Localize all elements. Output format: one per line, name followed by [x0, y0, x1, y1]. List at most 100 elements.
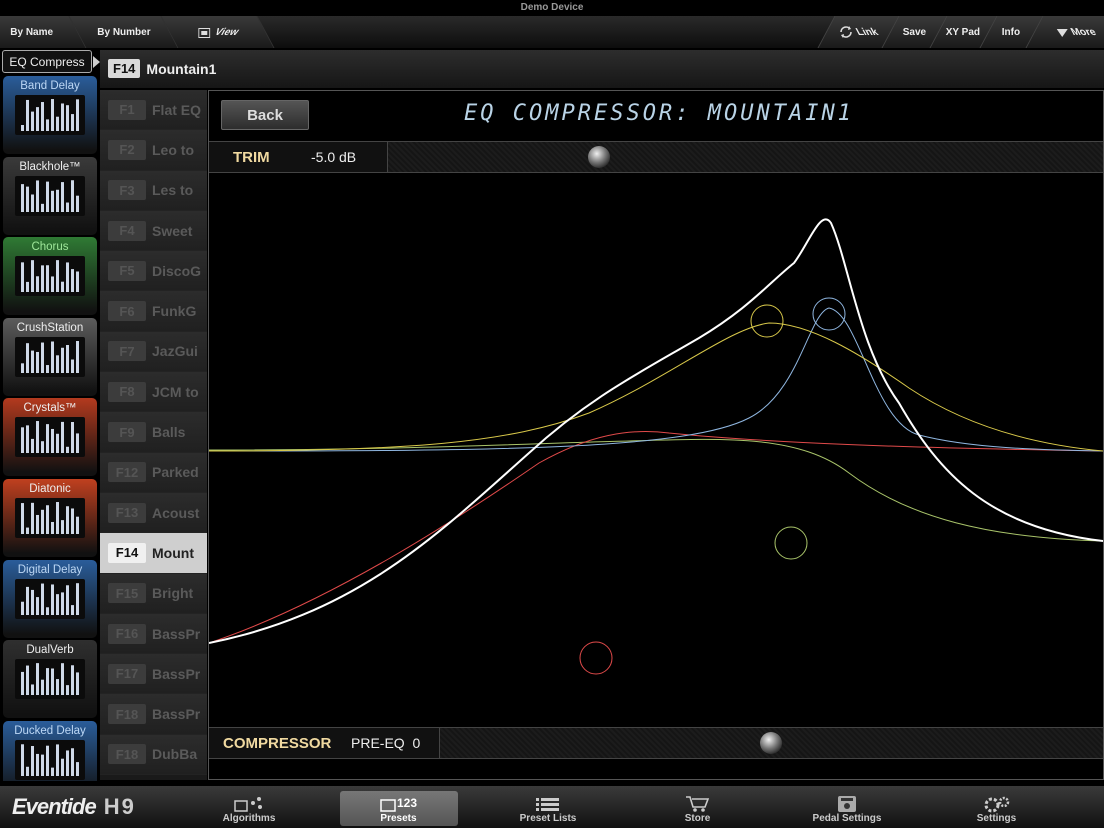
- preset-number: F13: [108, 502, 146, 523]
- tab-label: Preset Lists: [519, 813, 577, 824]
- preset-list-item[interactable]: F14 Mount: [100, 533, 207, 574]
- eq-curve-graph[interactable]: [209, 173, 1103, 727]
- algorithm-label: Ducked Delay: [14, 724, 86, 737]
- band1-handle[interactable]: [579, 641, 613, 675]
- preset-number: F17: [108, 663, 146, 684]
- preset-number: F1: [108, 99, 146, 120]
- preset-number: F18: [108, 704, 146, 725]
- preset-list-item[interactable]: F4 Sweet: [100, 210, 207, 252]
- view-button[interactable]: View: [161, 16, 275, 48]
- tab-settings[interactable]: Settings: [938, 791, 1056, 826]
- top-toolbar: By Name By Number View Link Save XY Pad …: [0, 16, 1104, 48]
- band3-handle[interactable]: [812, 297, 846, 331]
- algorithm-label: Chorus: [31, 241, 69, 254]
- preset-number: F2: [108, 139, 146, 160]
- tab-label: Algorithms: [222, 813, 276, 824]
- preset-number: F18: [108, 744, 146, 765]
- bottom-tab-bar: Eventide H9 Algorithms 123 Presets Preset Li…: [0, 786, 1104, 828]
- preset-list-item[interactable]: F3 Les to: [100, 170, 207, 211]
- tab-pedal-settings[interactable]: Pedal Settings: [788, 791, 906, 826]
- tab-label: Store: [684, 813, 711, 824]
- preset-number: F16: [108, 623, 146, 644]
- list-icon: [534, 795, 562, 813]
- preset-list-item[interactable]: F18 DubBa: [100, 734, 207, 776]
- preset-list-item[interactable]: F7 JazGui: [100, 331, 207, 373]
- preset-number: F7: [108, 341, 146, 362]
- by-number-button[interactable]: By Number: [69, 16, 179, 48]
- preset-number: F15: [108, 583, 146, 604]
- preset-list-item[interactable]: F18 BassPr: [100, 694, 207, 735]
- preset-name: Parked: [152, 464, 199, 481]
- algorithm-label: Blackhole™: [19, 160, 81, 173]
- link-icon: [840, 26, 853, 38]
- algorithm-tile[interactable]: Ducked Delay: [3, 720, 97, 781]
- preset-number: F6: [108, 301, 146, 322]
- tab-preset-lists[interactable]: Preset Lists: [489, 791, 607, 826]
- algorithm-tile[interactable]: Diatonic: [3, 479, 97, 557]
- trim-slider-knob[interactable]: [588, 146, 610, 168]
- preset-name: Acoust: [152, 504, 200, 521]
- preset-list-item[interactable]: F16 BassPr: [100, 613, 207, 655]
- tab-label: Pedal Settings: [812, 813, 882, 824]
- preset-list-item[interactable]: F12 Parked: [100, 452, 207, 493]
- gear-icon: [982, 795, 1012, 813]
- preset-list-item[interactable]: F15 Bright: [100, 573, 207, 614]
- algorithm-icon: [15, 175, 85, 216]
- preset-number: F3: [108, 180, 146, 201]
- total-curve: [209, 218, 1103, 644]
- preset-list-item[interactable]: F5 DiscoG: [100, 251, 207, 292]
- preset-list-item[interactable]: F9 Balls: [100, 412, 207, 453]
- preset-list-item[interactable]: F17 BassPr: [100, 654, 207, 695]
- preset-list-item[interactable]: F1 Flat EQ: [100, 90, 207, 131]
- preset-number: F8: [108, 381, 146, 402]
- algorithm-tile[interactable]: Digital Delay: [3, 559, 97, 638]
- preset-list[interactable]: F1 Flat EQ F2 Leo to F3 Les to F4 Sweet F5 DiscoG…: [100, 90, 207, 780]
- preset-list-item[interactable]: F8 JCM to: [100, 372, 207, 413]
- algorithm-label: DualVerb: [26, 644, 74, 657]
- algorithm-tile[interactable]: Chorus: [3, 237, 97, 316]
- algorithm-label: Band Delay: [20, 80, 80, 92]
- preset-name: BassPr: [152, 665, 201, 682]
- algorithm-list[interactable]: Band Delay Blackhole™ Chorus CrushStation Cr…: [0, 76, 100, 781]
- tab-store[interactable]: Store: [639, 791, 757, 826]
- band1-curve: [209, 431, 1103, 644]
- device-title: Demo Device: [520, 2, 584, 13]
- algorithm-icon: [15, 417, 85, 458]
- band2-handle[interactable]: [750, 304, 784, 338]
- tab-label: Settings: [976, 813, 1017, 824]
- preset-name: Leo to: [152, 141, 194, 158]
- algorithm-icon: [15, 498, 85, 538]
- preset-name: Les to: [152, 182, 194, 199]
- algorithm-icon: [15, 659, 85, 700]
- algorithm-label: Diatonic: [29, 483, 71, 495]
- svg-text:123: 123: [397, 796, 417, 810]
- preset-name: JCM to: [152, 383, 199, 400]
- algorithm-icon: [15, 95, 85, 135]
- algorithm-tile[interactable]: DualVerb: [3, 640, 97, 719]
- back-button[interactable]: Back: [221, 100, 309, 130]
- preset-list-item[interactable]: F6 FunkG: [100, 291, 207, 332]
- algorithm-tile[interactable]: Band Delay: [3, 76, 97, 154]
- algorithm-tile[interactable]: Blackhole™: [3, 156, 97, 235]
- preset-name: BassPr: [152, 706, 201, 723]
- tab-presets[interactable]: 123 Presets: [339, 791, 458, 826]
- preset-number: F4: [108, 220, 146, 241]
- compressor-slider[interactable]: [439, 728, 1103, 758]
- tab-algorithms[interactable]: Algorithms: [190, 791, 308, 826]
- band4-handle[interactable]: [774, 526, 808, 560]
- preset-list-item[interactable]: F2 Leo to: [100, 130, 207, 171]
- trim-slider[interactable]: [387, 142, 1103, 172]
- algorithm-icon: [15, 336, 85, 377]
- preset-number: F9: [108, 422, 146, 443]
- algorithm-tile[interactable]: Crystals™: [3, 398, 97, 477]
- algorithm-label: CrushStation: [16, 321, 84, 334]
- algorithm-label: Crystals™: [23, 402, 77, 415]
- algorithm-tile[interactable]: CrushStation: [3, 317, 97, 396]
- algorithm-tab[interactable]: EQ Compress: [2, 50, 100, 73]
- presets-icon: 123: [379, 795, 419, 813]
- algorithm-icon: [15, 256, 85, 297]
- preset-list-item[interactable]: F13 Acoust: [100, 492, 207, 534]
- current-preset-number: F14: [108, 59, 141, 78]
- band3-curve: [209, 307, 1103, 452]
- compressor-slider-knob[interactable]: [760, 732, 782, 754]
